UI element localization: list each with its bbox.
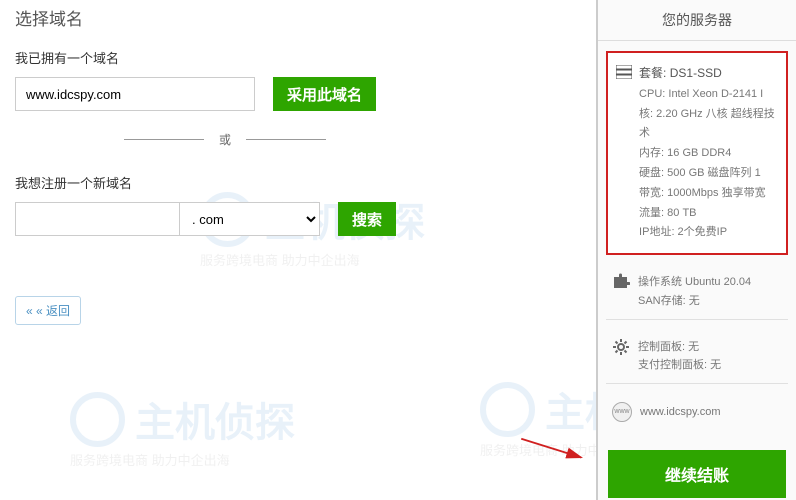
main-content: 选择域名 我已拥有一个域名 采用此域名 或 我想注册一个新域名 . com 搜索 — [0, 0, 596, 500]
tld-select[interactable]: . com — [180, 202, 320, 236]
existing-domain-section: 我已拥有一个域名 采用此域名 — [15, 48, 581, 111]
new-domain-section: 我想注册一个新域名 . com 搜索 — [15, 173, 581, 236]
os-line2: SAN存储: 无 — [638, 292, 751, 311]
domain-block: www www.idcspy.com — [606, 394, 788, 430]
server-config-box: 套餐: DS1-SSD CPU: Intel Xeon D-2141 I 核: … — [606, 51, 788, 255]
panel-line1: 控制面板: 无 — [638, 338, 721, 357]
spec-cpu: CPU: Intel Xeon D-2141 I — [639, 85, 778, 105]
panel-block: 控制面板: 无 支付控制面板: 无 — [606, 330, 788, 384]
sidebar-title: 您的服务器 — [598, 0, 796, 41]
checkout-button[interactable]: 继续结账 — [608, 450, 786, 498]
new-domain-label: 我想注册一个新域名 — [15, 173, 581, 192]
page-title: 选择域名 — [15, 5, 581, 30]
existing-domain-label: 我已拥有一个域名 — [15, 48, 581, 67]
www-icon: www — [612, 402, 632, 422]
spec-core: 核: 2.20 GHz 八核 超线程技术 — [639, 105, 778, 145]
panel-line2: 支付控制面板: 无 — [638, 356, 721, 375]
domain-text: www.idcspy.com — [640, 403, 720, 422]
divider-text: 或 — [204, 131, 246, 148]
search-button[interactable]: 搜索 — [338, 202, 396, 236]
spec-ip: IP地址: 2个免费IP — [639, 223, 778, 243]
os-block: 操作系统 Ubuntu 20.04 SAN存储: 无 — [606, 265, 788, 319]
sidebar: 您的服务器 套餐: DS1-SSD CPU: Intel Xeon D-2141… — [596, 0, 796, 500]
back-button[interactable]: « « 返回 — [15, 296, 81, 325]
spec-ram: 内存: 16 GB DDR4 — [639, 144, 778, 164]
spec-traffic: 流量: 80 TB — [639, 204, 778, 224]
spec-disk: 硬盘: 500 GB 磁盘阵列 1 — [639, 164, 778, 184]
gear-icon — [612, 338, 630, 356]
os-line1: 操作系统 Ubuntu 20.04 — [638, 273, 751, 292]
divider: 或 — [15, 131, 395, 148]
hdd-icon — [616, 65, 633, 82]
new-domain-input[interactable] — [15, 202, 180, 236]
adopt-domain-button[interactable]: 采用此域名 — [273, 77, 376, 111]
puzzle-icon — [612, 273, 630, 291]
spec-bandwidth: 带宽: 1000Mbps 独享带宽 — [639, 184, 778, 204]
existing-domain-input[interactable] — [15, 77, 255, 111]
